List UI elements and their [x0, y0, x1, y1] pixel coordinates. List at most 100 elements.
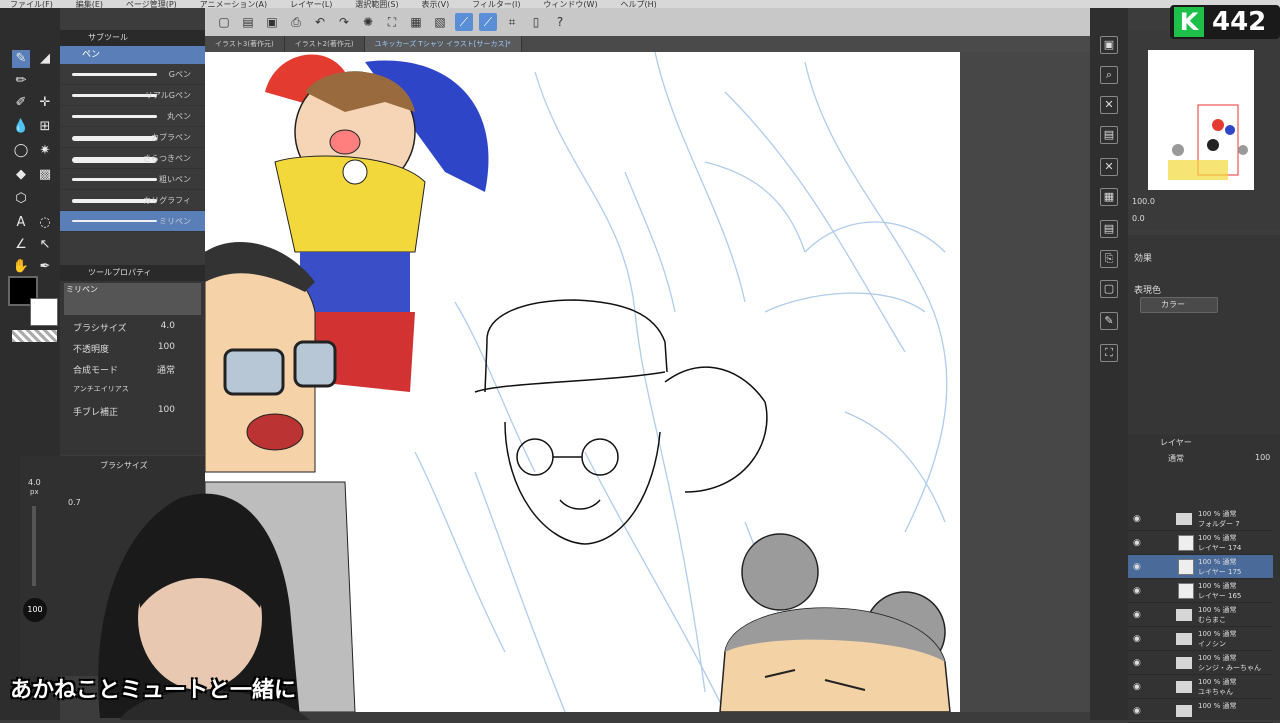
layer-row[interactable]: ◉ 100 % 通常: [1128, 699, 1273, 723]
history-icon[interactable]: ⎘: [1100, 250, 1118, 268]
edit-icon[interactable]: ✎: [1100, 312, 1118, 330]
layer-property-icon[interactable]: ▢: [1100, 280, 1118, 298]
aa-row[interactable]: アンチエイリアス: [60, 380, 205, 401]
search-icon[interactable]: ⌕: [1100, 66, 1118, 84]
help-icon[interactable]: ?: [551, 13, 569, 31]
tab-illust3[interactable]: イラスト3(著作元): [205, 36, 285, 52]
close-panel-icon-2[interactable]: ✕: [1100, 158, 1118, 176]
tab-current[interactable]: ユキッカーズ Tシャツ イラスト[サーカス]*: [364, 36, 522, 52]
pen-item-g[interactable]: Gペン: [60, 64, 205, 85]
select-tool-icon[interactable]: ↖: [36, 236, 54, 254]
eye-icon[interactable]: ◉: [1133, 658, 1141, 668]
stab-value[interactable]: 100: [158, 405, 175, 415]
panel-icon[interactable]: ▦: [1100, 188, 1118, 206]
pen-item-calligraphy[interactable]: カリグラフィ: [60, 190, 205, 211]
pencil-tool-icon[interactable]: ✏: [12, 72, 30, 90]
menu-selection[interactable]: 選択範囲(S): [355, 1, 398, 9]
menu-view[interactable]: 表示(V): [422, 1, 450, 9]
blend-row[interactable]: 合成モード 通常: [60, 359, 205, 380]
brush-size-row[interactable]: ブラシサイズ 4.0: [60, 317, 205, 338]
eyedropper-tool-icon[interactable]: ✒: [36, 258, 54, 276]
transform-icon[interactable]: ⛶: [383, 13, 401, 31]
color-expression-select[interactable]: カラー: [1140, 297, 1218, 313]
snap-special-icon[interactable]: ⟋: [479, 13, 497, 31]
redo-icon[interactable]: ↷: [335, 13, 353, 31]
pen-item-real-g[interactable]: リアルGペン: [60, 85, 205, 106]
pen-item-milli[interactable]: ミリペン: [60, 211, 205, 232]
menu-help[interactable]: ヘルプ(H): [620, 1, 656, 9]
layer-row[interactable]: ◉ 100 % 通常 レイヤー 165: [1128, 579, 1273, 603]
shape-tool-icon[interactable]: ⬡: [12, 190, 30, 208]
close-panel-icon[interactable]: ✕: [1100, 96, 1118, 114]
settings-icon[interactable]: ✺: [359, 13, 377, 31]
text-tool-icon[interactable]: A: [12, 214, 30, 232]
device-icon[interactable]: ▯: [527, 13, 545, 31]
eye-icon[interactable]: ◉: [1133, 514, 1141, 524]
menu-edit[interactable]: 編集(E): [76, 1, 103, 9]
eye-icon[interactable]: ◉: [1133, 562, 1141, 572]
sub-color-swatch[interactable]: [30, 298, 58, 326]
layer-row[interactable]: ◉ 100 % 通常 レイヤー 175: [1128, 555, 1273, 579]
layer-row[interactable]: ◉ 100 % 通常 フォルダー 7: [1128, 507, 1273, 531]
eye-icon[interactable]: ◉: [1133, 706, 1141, 716]
zoom-readout[interactable]: 100.0: [1132, 197, 1155, 206]
eye-icon[interactable]: ◉: [1133, 586, 1141, 596]
layer-row[interactable]: ◉ 100 % 通常 むらまこ: [1128, 603, 1273, 627]
tab-illust2[interactable]: イラスト2(著作元): [285, 36, 365, 52]
gradient-tool-icon[interactable]: ▩: [36, 166, 54, 184]
fill-icon[interactable]: ▧: [431, 13, 449, 31]
menu-page[interactable]: ページ管理(P): [126, 1, 177, 9]
save-icon[interactable]: ▣: [263, 13, 281, 31]
animation-icon[interactable]: ▤: [1100, 220, 1118, 238]
layer-row[interactable]: ◉ 100 % 通常 イノシン: [1128, 627, 1273, 651]
new-file-icon[interactable]: ▢: [215, 13, 233, 31]
brush-tool-icon[interactable]: ✐: [12, 94, 30, 112]
pen-item-kabura[interactable]: カブラペン: [60, 127, 205, 148]
layer-row[interactable]: ◉ 100 % 通常 ユキちゃん: [1128, 675, 1273, 699]
layer-opacity-value[interactable]: 100: [1255, 453, 1270, 462]
menu-file[interactable]: ファイル(F): [10, 1, 53, 9]
layer-blend-select[interactable]: 通常: [1168, 453, 1184, 464]
open-icon[interactable]: ▤: [239, 13, 257, 31]
pen-item-maru[interactable]: 丸ペン: [60, 106, 205, 127]
stabilization-row[interactable]: 手ブレ補正 100: [60, 401, 205, 422]
eye-icon[interactable]: ◉: [1133, 634, 1141, 644]
clear-icon[interactable]: ▦: [407, 13, 425, 31]
layer-row[interactable]: ◉ 100 % 通常 レイヤー 174: [1128, 531, 1273, 555]
eye-icon[interactable]: ◉: [1133, 610, 1141, 620]
line-tool-icon[interactable]: ∠: [12, 236, 30, 254]
menu-window[interactable]: ウィンドウ(W): [543, 1, 597, 9]
pen-item-arai[interactable]: 粗いペン: [60, 169, 205, 190]
opacity-row[interactable]: 不透明度 100: [60, 338, 205, 359]
eraser-tool-icon[interactable]: ◢: [36, 50, 54, 68]
water-tool-icon[interactable]: 💧: [12, 118, 30, 136]
info-icon[interactable]: ⛶: [1100, 344, 1118, 362]
pen-tool-icon[interactable]: ✎: [12, 50, 30, 68]
brush-size-slider[interactable]: [32, 506, 36, 586]
pen-item-saratsuki[interactable]: さらつきペン: [60, 148, 205, 169]
grid-icon[interactable]: ⌗: [503, 13, 521, 31]
move-tool-icon[interactable]: ✛: [36, 94, 54, 112]
navigator-thumbnail[interactable]: [1148, 50, 1254, 190]
eye-icon[interactable]: ◉: [1133, 538, 1141, 548]
layer-row[interactable]: ◉ 100 % 通常 シンジ・みーちゃん: [1128, 651, 1273, 675]
eye-icon[interactable]: ◉: [1133, 682, 1141, 692]
menu-filter[interactable]: フィルター(I): [472, 1, 520, 9]
balloon-tool-icon[interactable]: ◌: [36, 214, 54, 232]
fill-tool-icon[interactable]: ◆: [12, 166, 30, 184]
snap-ruler-icon[interactable]: ⟋: [455, 13, 473, 31]
angle-readout[interactable]: 0.0: [1132, 214, 1145, 223]
grid-tool-icon[interactable]: ⊞: [36, 118, 54, 136]
transparent-color-swatch[interactable]: [12, 330, 57, 342]
blend-value[interactable]: 通常: [157, 363, 175, 376]
spark-tool-icon[interactable]: ✷: [36, 142, 54, 160]
brush-size-value[interactable]: 4.0: [161, 321, 175, 331]
hand-tool-icon[interactable]: ✋: [12, 258, 30, 276]
menu-animation[interactable]: アニメーション(A): [200, 1, 267, 9]
navigator-icon[interactable]: ▣: [1100, 36, 1118, 54]
lasso-tool-icon[interactable]: ◯: [12, 142, 30, 160]
opacity-value[interactable]: 100: [158, 342, 175, 352]
subtool-group[interactable]: ペン: [60, 46, 205, 64]
material-icon[interactable]: ▤: [1100, 126, 1118, 144]
print-icon[interactable]: ⎙: [287, 13, 305, 31]
